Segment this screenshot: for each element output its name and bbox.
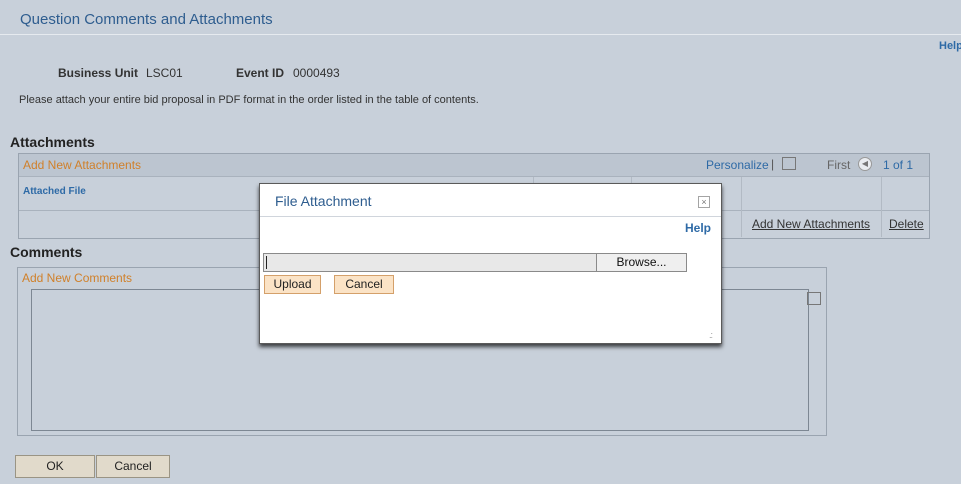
column-header-attached-file[interactable]: Attached File: [23, 186, 86, 197]
separator: |: [771, 157, 775, 171]
attachments-grid-title: Add New Attachments: [23, 158, 142, 172]
delete-button[interactable]: Delete: [889, 217, 924, 231]
page-title-bar: Question Comments and Attachments: [0, 0, 961, 35]
comments-heading: Comments: [10, 244, 83, 260]
close-icon[interactable]: ×: [698, 196, 710, 208]
resize-grip-icon[interactable]: .:: [709, 330, 713, 340]
help-link[interactable]: Help: [939, 40, 961, 52]
page-title: Question Comments and Attachments: [20, 11, 273, 28]
browse-button[interactable]: Browse...: [596, 253, 687, 272]
attachments-grid-header: Add New Attachments Personalize | First …: [19, 154, 929, 177]
event-id-value: 0000493: [293, 66, 340, 80]
previous-arrow-icon[interactable]: ◀: [858, 157, 872, 171]
expand-textarea-icon[interactable]: [807, 292, 821, 305]
zoom-grid-icon[interactable]: [782, 157, 796, 170]
comments-box-title: Add New Comments: [22, 271, 133, 285]
event-id-label: Event ID: [236, 66, 285, 80]
dialog-cancel-button[interactable]: Cancel: [334, 275, 394, 294]
dialog-divider: [260, 216, 721, 217]
attachments-heading: Attachments: [10, 134, 95, 150]
ok-button[interactable]: OK: [15, 455, 95, 478]
file-attachment-dialog: File Attachment × Help Browse... Upload …: [259, 183, 722, 344]
page-background: Question Comments and Attachments Help B…: [0, 0, 961, 484]
add-new-attachments-button[interactable]: Add New Attachments: [752, 217, 870, 231]
first-link[interactable]: First: [827, 158, 850, 172]
upload-button[interactable]: Upload: [264, 275, 321, 294]
dialog-help-link[interactable]: Help: [685, 221, 711, 235]
text-caret: [266, 256, 267, 269]
business-unit-label: Business Unit: [58, 66, 139, 80]
dialog-title: File Attachment: [275, 193, 372, 209]
instructions-text: Please attach your entire bid proposal i…: [19, 94, 479, 106]
business-unit-value: LSC01: [146, 66, 183, 80]
cancel-button[interactable]: Cancel: [96, 455, 170, 478]
row-count: 1 of 1: [883, 158, 914, 172]
file-path-input[interactable]: [263, 253, 598, 272]
personalize-link[interactable]: Personalize: [706, 158, 769, 172]
